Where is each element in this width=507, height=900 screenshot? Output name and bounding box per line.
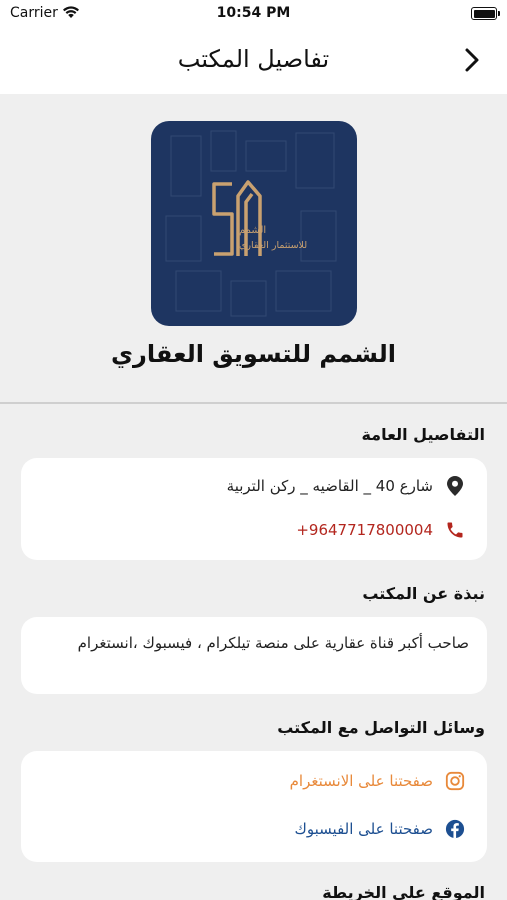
- office-logo: الشمم للاستثمار العقاري: [151, 121, 357, 326]
- status-time: 10:54 PM: [216, 5, 291, 21]
- phone-number[interactable]: +9647717800004: [296, 521, 433, 539]
- instagram-link[interactable]: صفحتنا على الانستغرام: [290, 771, 465, 791]
- status-bar: Carrier 10:54 PM: [0, 0, 507, 28]
- facebook-icon[interactable]: [445, 819, 465, 839]
- about-title: نبذة عن المكتب: [362, 584, 485, 603]
- office-name: الشمم للتسويق العقاري: [111, 340, 396, 368]
- about-card: صاحب أكبر قناة عقارية على منصة تيلكرام ،…: [21, 617, 487, 694]
- about-text: صاحب أكبر قناة عقارية على منصة تيلكرام ،…: [77, 634, 469, 652]
- page-title: تفاصيل المكتب: [177, 45, 330, 73]
- divider: [0, 402, 507, 404]
- battery-icon: [471, 7, 500, 20]
- general-details-card: شارع 40 _ القاضيه _ ركن التربية +9647717…: [21, 458, 487, 560]
- instagram-label[interactable]: صفحتنا على الانستغرام: [290, 772, 433, 790]
- logo-text: الشمم: [239, 225, 267, 236]
- facebook-label[interactable]: صفحتنا على الفيسبوك: [295, 820, 433, 838]
- map-title: الموقع على الخريطة: [322, 883, 485, 900]
- general-details-title: التفاصيل العامة: [361, 425, 485, 444]
- social-title: وسائل التواصل مع المكتب: [277, 718, 485, 737]
- nav-bar: تفاصيل المكتب: [0, 28, 507, 94]
- chevron-right-icon[interactable]: [461, 44, 483, 76]
- office-header: الشمم للاستثمار العقاري الشمم للتسويق ال…: [0, 94, 507, 402]
- phone-icon[interactable]: [445, 520, 465, 540]
- facebook-link[interactable]: صفحتنا على الفيسبوك: [295, 819, 465, 839]
- address-row: شارع 40 _ القاضيه _ ركن التربية: [227, 476, 465, 496]
- location-pin-icon: [445, 476, 465, 496]
- logo-subtext: للاستثمار العقاري: [239, 240, 308, 251]
- phone-row[interactable]: +9647717800004: [296, 520, 465, 540]
- social-card: صفحتنا على الانستغرام صفحتنا على الفيسبو…: [21, 751, 487, 862]
- instagram-icon[interactable]: [445, 771, 465, 791]
- address-text: شارع 40 _ القاضيه _ ركن التربية: [226, 477, 433, 495]
